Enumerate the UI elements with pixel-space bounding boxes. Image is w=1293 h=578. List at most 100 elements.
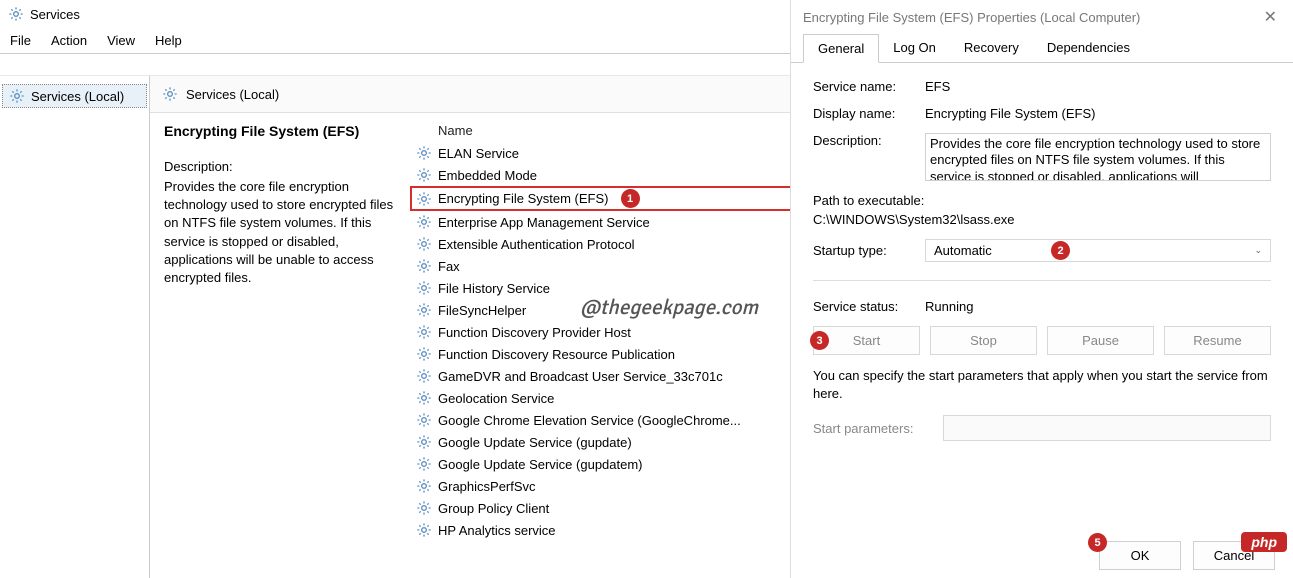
tab-general-label: General [818, 41, 864, 56]
tree-item-label: Services (Local) [31, 89, 124, 104]
gear-icon [416, 500, 432, 516]
close-icon[interactable]: ✕ [1260, 3, 1281, 31]
gear-icon [162, 86, 178, 102]
detail-column: Encrypting File System (EFS) Description… [150, 113, 410, 578]
control-buttons: 3 Start Stop Pause Resume [813, 326, 1271, 355]
gear-icon [416, 368, 432, 384]
gear-icon [416, 236, 432, 252]
description-box[interactable]: Provides the core file encryption techno… [925, 133, 1271, 181]
menu-view[interactable]: View [107, 33, 135, 48]
dialog-footer: 5 OK Cancel [791, 533, 1293, 578]
value-path: C:\WINDOWS\System32\lsass.exe [813, 212, 1271, 227]
gear-icon [416, 346, 432, 362]
annotation-1: 1 [621, 189, 640, 208]
service-name-label: Encrypting File System (EFS) [438, 191, 609, 206]
gear-icon [416, 145, 432, 161]
service-name-label: ELAN Service [438, 146, 519, 161]
service-name-label: Extensible Authentication Protocol [438, 237, 635, 252]
annotation-5: 5 [1088, 533, 1107, 552]
service-name-label: GameDVR and Broadcast User Service_33c70… [438, 369, 723, 384]
tab-general[interactable]: General [803, 34, 879, 63]
gear-icon [416, 302, 432, 318]
menu-file[interactable]: File [10, 33, 31, 48]
annotation-3: 3 [810, 331, 829, 350]
value-service-name: EFS [925, 79, 1271, 94]
start-parameters-input[interactable] [943, 415, 1271, 441]
annotation-2: 2 [1051, 241, 1070, 260]
gear-icon [416, 167, 432, 183]
start-button-label: Start [853, 333, 880, 348]
window-title: Services [30, 7, 80, 22]
gear-icon [416, 456, 432, 472]
tab-dependencies[interactable]: Dependencies [1033, 34, 1144, 62]
service-name-label: Fax [438, 259, 460, 274]
ok-button[interactable]: OK [1099, 541, 1181, 570]
ok-button-label: OK [1131, 548, 1150, 563]
start-button[interactable]: 3 Start [813, 326, 920, 355]
menu-help[interactable]: Help [155, 33, 182, 48]
resume-button-label: Resume [1193, 333, 1241, 348]
detail-title: Encrypting File System (EFS) [164, 123, 396, 139]
gear-icon [416, 324, 432, 340]
services-icon [8, 6, 24, 22]
label-service-status: Service status: [813, 299, 915, 314]
pause-button[interactable]: Pause [1047, 326, 1154, 355]
service-name-label: Embedded Mode [438, 168, 537, 183]
pause-button-label: Pause [1082, 333, 1119, 348]
tree-item-services-local[interactable]: Services (Local) [2, 84, 147, 108]
params-hint: You can specify the start parameters tha… [813, 367, 1271, 403]
stop-button[interactable]: Stop [930, 326, 1037, 355]
tab-deps-label: Dependencies [1047, 40, 1130, 55]
stop-button-label: Stop [970, 333, 997, 348]
gear-icon [416, 434, 432, 450]
service-name-label: Function Discovery Resource Publication [438, 347, 675, 362]
value-service-status: Running [925, 299, 1271, 314]
startup-type-value: Automatic [934, 243, 992, 258]
tree-pane: Services (Local) [0, 76, 150, 578]
detail-desc-label: Description: [164, 159, 396, 174]
dialog-tabs: General Log On Recovery Dependencies [791, 34, 1293, 63]
label-start-parameters: Start parameters: [813, 421, 933, 436]
label-path: Path to executable: [813, 193, 1271, 208]
gear-icon [416, 478, 432, 494]
php-badge: php [1241, 532, 1287, 552]
service-name-label: File History Service [438, 281, 550, 296]
service-name-label: HP Analytics service [438, 523, 556, 538]
service-name-label: Group Policy Client [438, 501, 549, 516]
tab-recovery[interactable]: Recovery [950, 34, 1033, 62]
service-name-label: FileSyncHelper [438, 303, 526, 318]
dialog-body: Service name: EFS Display name: Encrypti… [791, 63, 1293, 533]
service-name-label: Enterprise App Management Service [438, 215, 650, 230]
label-service-name: Service name: [813, 79, 915, 94]
gear-icon [416, 258, 432, 274]
gear-icon [416, 522, 432, 538]
properties-dialog: Encrypting File System (EFS) Properties … [790, 0, 1293, 578]
chevron-down-icon: ⌄ [1254, 245, 1262, 256]
gear-icon [416, 412, 432, 428]
service-name-label: GraphicsPerfSvc [438, 479, 536, 494]
watermark: @thegeekpage.com [580, 295, 758, 321]
content-header-label: Services (Local) [186, 87, 279, 102]
tab-logon[interactable]: Log On [879, 34, 950, 62]
gear-icon [416, 390, 432, 406]
label-display-name: Display name: [813, 106, 915, 121]
value-display-name: Encrypting File System (EFS) [925, 106, 1271, 121]
label-startup-type: Startup type: [813, 243, 915, 258]
tab-logon-label: Log On [893, 40, 936, 55]
resume-button[interactable]: Resume [1164, 326, 1271, 355]
tab-recovery-label: Recovery [964, 40, 1019, 55]
service-name-label: Google Update Service (gupdate) [438, 435, 632, 450]
gear-icon [9, 88, 25, 104]
menu-action[interactable]: Action [51, 33, 87, 48]
gear-icon [416, 191, 432, 207]
divider [813, 280, 1271, 281]
gear-icon [416, 214, 432, 230]
startup-type-select[interactable]: Automatic ⌄ 2 [925, 239, 1271, 262]
label-description: Description: [813, 133, 915, 148]
service-name-label: Geolocation Service [438, 391, 554, 406]
dialog-title: Encrypting File System (EFS) Properties … [803, 10, 1140, 25]
service-name-label: Function Discovery Provider Host [438, 325, 631, 340]
detail-desc: Provides the core file encryption techno… [164, 178, 396, 287]
service-name-label: Google Update Service (gupdatem) [438, 457, 643, 472]
service-name-label: Google Chrome Elevation Service (GoogleC… [438, 413, 741, 428]
